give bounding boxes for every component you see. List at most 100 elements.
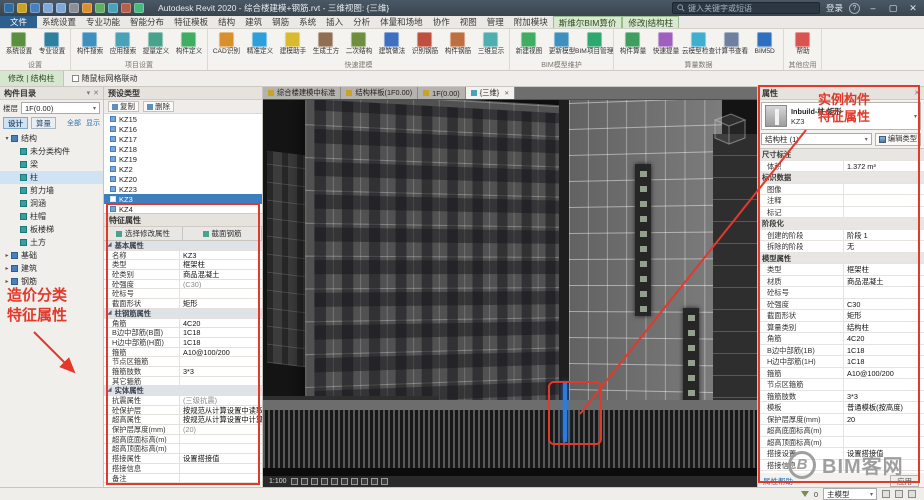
ribbon-tab-16[interactable]: 斯维尔BIM算价 bbox=[553, 16, 623, 28]
ribbon-button[interactable]: 构件搜索 bbox=[73, 30, 106, 61]
feature-row[interactable]: 截面形状矩形 bbox=[104, 299, 262, 309]
search-input[interactable]: 键入关键字或短语 bbox=[672, 2, 820, 14]
property-row[interactable]: B边中部筋(1B)1C18 bbox=[758, 345, 924, 357]
analytical-model-icon[interactable] bbox=[371, 478, 378, 485]
ribbon-tab-1[interactable]: 系统设置 bbox=[37, 16, 81, 28]
ribbon-tab-7[interactable]: 钢筋 bbox=[267, 16, 294, 28]
visual-style-icon[interactable] bbox=[301, 478, 308, 485]
ribbon-button[interactable]: 云模型检查 bbox=[682, 30, 715, 61]
ribbon-button[interactable]: 专业设置 bbox=[35, 30, 68, 61]
ribbon-tab-2[interactable]: 专业功能 bbox=[81, 16, 125, 28]
constraints-icon[interactable] bbox=[381, 478, 388, 485]
view-tab[interactable]: 1F(0.00) bbox=[418, 87, 466, 99]
ribbon-button[interactable]: 提量定义 bbox=[139, 30, 172, 61]
view-tab[interactable]: 综合楼建模中标准 bbox=[263, 87, 341, 99]
ribbon-tab-4[interactable]: 特征模板 bbox=[169, 16, 213, 28]
feature-row[interactable]: 超高顶面标高(m) bbox=[104, 444, 262, 454]
feature-row[interactable]: 箍筋A10@100/200 bbox=[104, 348, 262, 358]
view-tab[interactable]: 结构样板(1F0.00) bbox=[341, 87, 418, 99]
floor-select[interactable]: 1F(0.00)▾ bbox=[21, 102, 100, 114]
tree-item[interactable]: 板楼梯 bbox=[0, 223, 103, 236]
ribbon-tab-17[interactable]: 修改|结构柱 bbox=[622, 16, 679, 28]
type-list-item[interactable]: KZ18 bbox=[104, 144, 262, 154]
property-row[interactable]: 注释 bbox=[758, 195, 924, 207]
view-scale[interactable]: 1:100 bbox=[269, 478, 287, 485]
feature-row[interactable]: 箍筋肢数3*3 bbox=[104, 367, 262, 377]
open-icon[interactable] bbox=[17, 3, 27, 13]
reveal-hidden-icon[interactable] bbox=[361, 478, 368, 485]
ribbon-tab-12[interactable]: 协作 bbox=[428, 16, 455, 28]
ribbon-tab-6[interactable]: 建筑 bbox=[240, 16, 267, 28]
type-list-item[interactable]: KZ23 bbox=[104, 184, 262, 194]
property-row[interactable]: 超高底面标高(m) bbox=[758, 425, 924, 437]
feature-row[interactable]: 超高底面标高(m) bbox=[104, 435, 262, 445]
tree-item[interactable]: 未分类构件 bbox=[0, 145, 103, 158]
close-tab-icon[interactable]: ✕ bbox=[504, 90, 509, 97]
ribbon-button[interactable]: 建模助手 bbox=[276, 30, 309, 61]
pin-icon[interactable]: ▾ bbox=[87, 89, 91, 97]
property-row[interactable]: 箍筋肢数3*3 bbox=[758, 391, 924, 403]
ribbon-button[interactable]: 构件算量 bbox=[616, 30, 649, 61]
ribbon-tab-8[interactable]: 系统 bbox=[294, 16, 321, 28]
3d-view-icon[interactable] bbox=[108, 3, 118, 13]
press-drag-icon[interactable] bbox=[908, 490, 916, 498]
tree-item[interactable]: 土方 bbox=[0, 236, 103, 249]
detail-level-icon[interactable] bbox=[291, 478, 298, 485]
feature-row[interactable]: 砼标号 bbox=[104, 289, 262, 299]
ribbon-button[interactable]: 三维显示 bbox=[474, 30, 507, 61]
design-toggle[interactable]: 设计 bbox=[3, 117, 28, 129]
category-select[interactable]: 结构柱 (1)▾ bbox=[761, 133, 872, 145]
property-row[interactable]: 超高顶面标高(m) bbox=[758, 437, 924, 449]
type-selector[interactable]: Inbuild-柱-矩形 KZ3 ▾ bbox=[761, 102, 921, 130]
property-row[interactable]: 箍筋A10@100/200 bbox=[758, 368, 924, 380]
ribbon-button[interactable]: 二次结构 bbox=[342, 30, 375, 61]
feature-group-row[interactable]: ◢实体属性 bbox=[104, 386, 262, 396]
property-group-row[interactable]: 标识数据 bbox=[758, 172, 924, 184]
show-link[interactable]: 显示 bbox=[86, 118, 100, 128]
temporary-hide-icon[interactable] bbox=[351, 478, 358, 485]
tree-item[interactable]: 洞涵 bbox=[0, 197, 103, 210]
feature-row[interactable]: H边中部筋(H面)1C18 bbox=[104, 338, 262, 348]
feature-row[interactable]: 抗震属性(三级抗震) bbox=[104, 396, 262, 406]
feature-row[interactable]: B边中部筋(B面)1C18 bbox=[104, 328, 262, 338]
property-row[interactable]: 标记 bbox=[758, 207, 924, 219]
print-icon[interactable] bbox=[69, 3, 79, 13]
editable-only-icon[interactable] bbox=[882, 490, 890, 498]
feature-row[interactable]: 保护层厚度(mm)(20) bbox=[104, 425, 262, 435]
tree-item[interactable]: 剪力墙 bbox=[0, 184, 103, 197]
property-group-row[interactable]: 尺寸标注 bbox=[758, 149, 924, 161]
property-row[interactable]: 砼标号 bbox=[758, 287, 924, 299]
feature-row[interactable]: 类型框架柱 bbox=[104, 260, 262, 270]
ribbon-button[interactable]: 新建视图 bbox=[512, 30, 545, 61]
save-icon[interactable] bbox=[30, 3, 40, 13]
undo-icon[interactable] bbox=[43, 3, 53, 13]
type-toolbar-button[interactable]: 复制 bbox=[108, 101, 139, 112]
ribbon-button[interactable]: 计算书查看 bbox=[715, 30, 748, 61]
type-list-item[interactable]: KZ16 bbox=[104, 124, 262, 134]
ribbon-button[interactable]: 识别钢筋 bbox=[408, 30, 441, 61]
app-menu-icon[interactable] bbox=[4, 3, 14, 13]
edit-type-button[interactable]: 编辑类型 bbox=[875, 133, 921, 146]
property-row[interactable]: 图像 bbox=[758, 184, 924, 196]
tree-item[interactable]: 柱 bbox=[0, 171, 103, 184]
property-row[interactable]: 拆除的阶段无 bbox=[758, 241, 924, 253]
tree-item[interactable]: ▸建筑 bbox=[0, 262, 103, 275]
ribbon-button[interactable]: CAD识别 bbox=[210, 30, 243, 61]
ribbon-tab-11[interactable]: 体量和场地 bbox=[375, 16, 428, 28]
ribbon-button[interactable]: 快速提量 bbox=[649, 30, 682, 61]
feature-row[interactable]: 节点区箍筋 bbox=[104, 357, 262, 367]
ribbon-button[interactable]: 帮助 bbox=[786, 30, 819, 61]
feature-row[interactable]: 名称KZ3 bbox=[104, 251, 262, 261]
signin-button[interactable]: 登录 bbox=[826, 2, 843, 14]
tree-item[interactable]: ▸钢筋 bbox=[0, 275, 103, 288]
property-row[interactable]: H边中部筋(1H)1C18 bbox=[758, 356, 924, 368]
type-list-item[interactable]: KZ19 bbox=[104, 154, 262, 164]
property-row[interactable]: 算量类别结构柱 bbox=[758, 322, 924, 334]
ribbon-button[interactable]: 精准定义 bbox=[243, 30, 276, 61]
measure-icon[interactable] bbox=[82, 3, 92, 13]
ribbon-button[interactable]: 生成土方 bbox=[309, 30, 342, 61]
grid-link-checkbox[interactable]: 随鼠标网格联动 bbox=[72, 73, 138, 84]
property-row[interactable]: 角筋4C20 bbox=[758, 333, 924, 345]
feature-row[interactable]: 砼类别商品混凝土 bbox=[104, 270, 262, 280]
property-row[interactable]: 创建的阶段阶段 1 bbox=[758, 230, 924, 242]
